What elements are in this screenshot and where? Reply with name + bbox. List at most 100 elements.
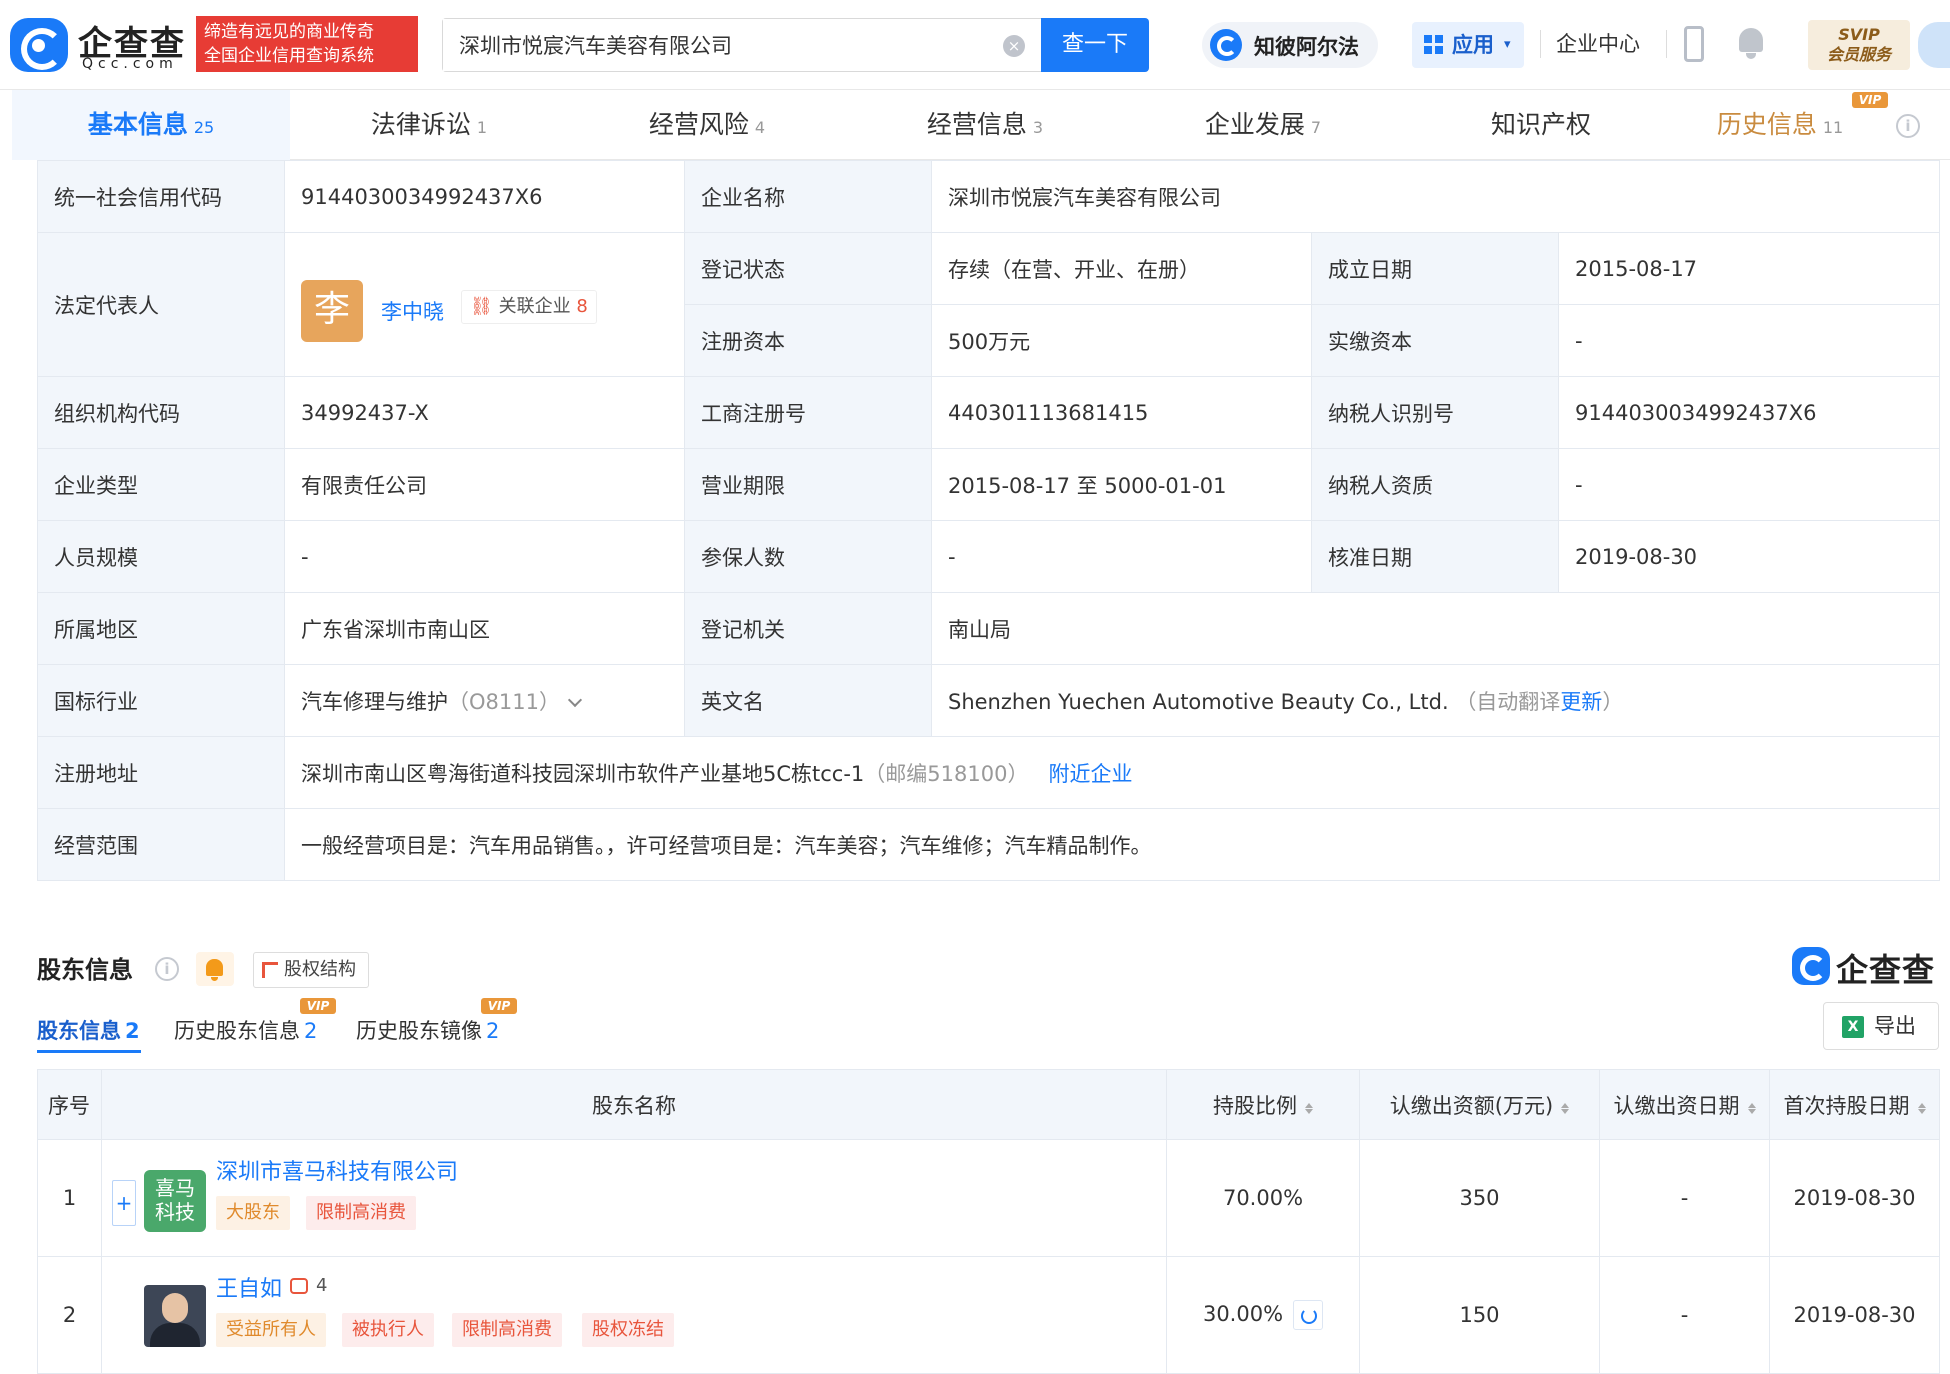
first-holding-date: 2019-08-30 [1769, 1139, 1940, 1257]
tab-legal[interactable]: 法律诉讼 1 [290, 90, 568, 160]
sort-icon[interactable] [1561, 1099, 1570, 1115]
status-value: 存续（在营、开业、在册） [931, 232, 1312, 305]
active-subtab-underline [37, 1050, 141, 1053]
column-header-label: 认缴出资额(万元) [1389, 1093, 1554, 1118]
qcc-logo-icon [10, 18, 68, 72]
business-scope-value: 一般经营项目是：汽车用品销售。，许可经营项目是：汽车美容；汽车维修；汽车精品制作… [284, 808, 1940, 881]
equity-structure-button[interactable]: 股权结构 [253, 952, 369, 988]
tab-operations[interactable]: 经营信息 3 [846, 90, 1124, 160]
info-icon[interactable]: i [1896, 114, 1920, 138]
tab-label: 基本信息 [87, 110, 188, 139]
slogan-line-2: 全国企业信用查询系统 [204, 46, 374, 66]
apps-menu[interactable]: 应用 ▾ [1412, 22, 1524, 68]
taxpayer-qualification-value: - [1558, 448, 1940, 521]
subtab-label: 股东信息 [37, 1019, 121, 1043]
expand-icon[interactable]: + [112, 1180, 136, 1226]
structure-icon [262, 962, 278, 978]
legal-rep-avatar[interactable]: 李 [301, 279, 363, 342]
field-label: 参保人数 [684, 520, 932, 593]
clear-icon[interactable]: × [1003, 35, 1025, 57]
legal-rep-name-link[interactable]: 李中晓 [381, 296, 444, 326]
table-row: 1 + 喜马 科技 深圳市喜马科技有限公司 大股东 限制高消费 70.00% 35… [37, 1139, 1940, 1257]
subscribed-date: - [1599, 1256, 1770, 1374]
column-header: 股东名称 [101, 1069, 1167, 1140]
tab-development[interactable]: 企业发展 7 [1124, 90, 1402, 160]
export-button[interactable]: X 导出 [1823, 1002, 1939, 1050]
address-value: 深圳市南山区粤海街道科技园深圳市软件产业基地5C栋tcc-1（邮编518100）… [284, 736, 1940, 809]
user-avatar[interactable] [1918, 22, 1950, 68]
tab-label: 企业发展 [1204, 110, 1305, 139]
qcc-logo[interactable]: 企查查 Qcc.com [10, 16, 190, 74]
svip-service-button[interactable]: SVIP 会员服务 [1808, 20, 1910, 70]
sortable-column-header[interactable]: 认缴出资日期 [1599, 1069, 1770, 1140]
sort-icon[interactable] [1747, 1099, 1756, 1115]
subtab-shareholders[interactable]: 股东信息 2 [37, 1015, 140, 1045]
field-label: 核准日期 [1311, 520, 1559, 593]
tab-ip[interactable]: 知识产权 [1402, 90, 1680, 160]
field-label: 注册资本 [684, 304, 932, 377]
tab-count: 7 [1310, 118, 1322, 137]
founded-date-value: 2015-08-17 [1558, 232, 1940, 305]
postcode: （邮编518100） [864, 761, 1029, 786]
auto-translate-note: （自动翻译 [1455, 689, 1561, 714]
basic-info-table: 统一社会信用代码 9144030034992437X6 企业名称 深圳市悦宸汽车… [37, 160, 1940, 881]
tag-judgment-debtor[interactable]: 被执行人 [342, 1313, 434, 1347]
tag-consumption-restriction[interactable]: 限制高消费 [452, 1313, 562, 1347]
subtab-label: 历史股东信息 [174, 1019, 300, 1043]
tab-history[interactable]: 历史信息 11 [1680, 90, 1880, 160]
sortable-column-header[interactable]: 持股比例 [1166, 1069, 1360, 1140]
sortable-column-header[interactable]: 认缴出资额(万元) [1359, 1069, 1600, 1140]
related-label: 关联企业 [498, 295, 571, 317]
search-button[interactable]: 查一下 [1041, 18, 1149, 72]
sort-icon[interactable] [1305, 1099, 1313, 1115]
monitor-bell-icon[interactable] [196, 952, 234, 986]
zhibi-alpha-button[interactable]: 知彼阿尔法 [1202, 22, 1378, 68]
tab-label: 经营信息 [926, 110, 1027, 139]
field-label: 英文名 [684, 664, 932, 737]
tag-equity-frozen[interactable]: 股权冻结 [582, 1313, 674, 1347]
related-companies-button[interactable]: 4 [290, 1275, 327, 1296]
registration-number-value: 440301113681415 [931, 376, 1312, 449]
tab-count: 3 [1032, 118, 1044, 137]
tab-count: 4 [754, 118, 766, 137]
subtab-history-shareholders[interactable]: 历史股东信息 2 [174, 1015, 317, 1045]
tab-risk[interactable]: 经营风险 4 [568, 90, 846, 160]
shareholder-name-link[interactable]: 深圳市喜马科技有限公司 [216, 1154, 458, 1186]
tag-beneficial-owner[interactable]: 受益所有人 [216, 1313, 326, 1347]
business-term-value: 2015-08-17 至 5000-01-01 [931, 448, 1312, 521]
subscribed-date: - [1599, 1139, 1770, 1257]
notification-bell-icon[interactable] [1736, 28, 1766, 60]
search-input[interactable] [443, 19, 963, 71]
shareholder-name-link[interactable]: 王自如 [216, 1271, 282, 1303]
related-companies-button[interactable]: ⛓ 关联企业 8 [461, 289, 597, 324]
enterprise-center-link[interactable]: 企业中心 [1556, 28, 1640, 58]
column-header-label: 持股比例 [1213, 1093, 1297, 1118]
update-translation-link[interactable]: 更新 [1560, 690, 1602, 714]
sortable-column-header[interactable]: 首次持股日期 [1769, 1069, 1940, 1140]
equity-structure-label: 股权结构 [284, 959, 356, 980]
nearby-companies-link[interactable]: 附近企业 [1049, 762, 1133, 786]
subtab-count: 2 [304, 1019, 318, 1043]
sort-icon[interactable] [1917, 1099, 1926, 1115]
top-bar: 企查查 Qcc.com 缔造有远见的商业传奇 全国企业信用查询系统 × 查一下 … [0, 0, 1950, 90]
info-icon[interactable]: i [155, 957, 179, 981]
tag-major-shareholder[interactable]: 大股东 [216, 1196, 290, 1230]
slogan-banner: 缔造有远见的商业传奇 全国企业信用查询系统 [196, 16, 418, 72]
share-ratio: 70.00% [1166, 1139, 1360, 1257]
tag-consumption-restriction[interactable]: 限制高消费 [306, 1196, 416, 1230]
field-label: 国标行业 [37, 664, 285, 737]
pie-chart-icon[interactable] [1293, 1300, 1324, 1330]
apps-grid-icon [1424, 35, 1444, 55]
tab-basic-info[interactable]: 基本信息 25 [12, 90, 290, 160]
tab-label: 经营风险 [648, 110, 749, 139]
paid-capital-value: - [1558, 304, 1940, 377]
staff-size-value: - [284, 520, 685, 593]
logo-text: 企查查 [1836, 951, 1936, 989]
company-logo[interactable]: 喜马 科技 [144, 1170, 206, 1232]
subtab-history-mirror[interactable]: 历史股东镜像 2 [356, 1015, 499, 1045]
mobile-icon[interactable] [1684, 26, 1704, 62]
chevron-down-icon[interactable] [567, 692, 583, 707]
industry-value[interactable]: 汽车修理与维护（O8111） [284, 664, 685, 737]
industry-code: （O8111） [448, 689, 560, 714]
person-avatar[interactable] [144, 1285, 206, 1347]
